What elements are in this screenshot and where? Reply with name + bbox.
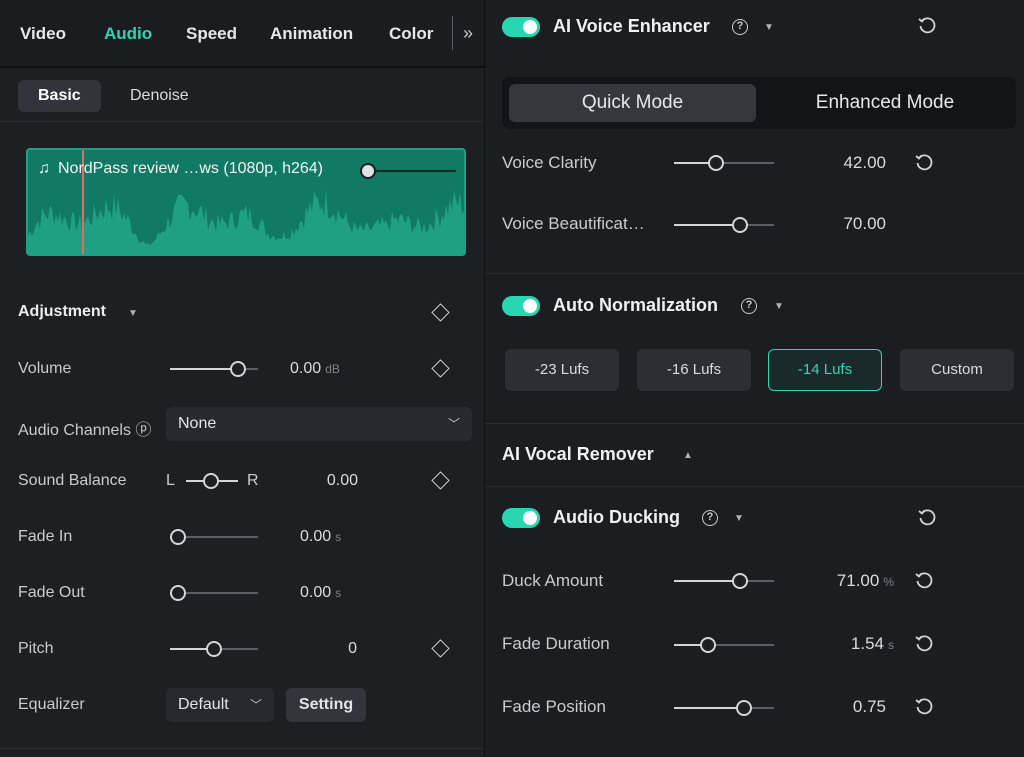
duck-amount-knob[interactable]	[732, 573, 748, 589]
normalization-caret-icon[interactable]: ▼	[774, 301, 784, 312]
fade-position-label: Fade Position	[502, 697, 606, 716]
voice-clarity-label: Voice Clarity	[502, 153, 597, 172]
mode-switcher: Quick Mode Enhanced Mode	[502, 77, 1016, 129]
fade-duration-knob[interactable]	[700, 637, 716, 653]
help-icon[interactable]: ?	[702, 510, 718, 526]
fade-position-knob[interactable]	[736, 700, 752, 716]
reset-icon[interactable]	[914, 697, 934, 717]
vocal-remover-title: AI Vocal Remover	[502, 444, 654, 464]
lufs-23-button[interactable]: -23 Lufs	[505, 349, 619, 391]
ducking-title: Audio Ducking	[553, 507, 680, 527]
duck-amount-value: 71.00%	[836, 571, 894, 590]
fade-duration-label: Fade Duration	[502, 634, 610, 653]
voice-clarity-value: 42.00	[843, 153, 886, 172]
help-icon[interactable]: ?	[732, 19, 748, 35]
voice-beautification-label: Voice Beautificat…	[502, 214, 645, 233]
divider	[485, 486, 1024, 487]
normalization-toggle[interactable]	[502, 296, 540, 316]
enhanced-mode-button[interactable]: Enhanced Mode	[760, 84, 1010, 122]
voice-beautification-value: 70.00	[843, 214, 886, 233]
reset-icon[interactable]	[917, 16, 937, 36]
lufs-16-button[interactable]: -16 Lufs	[637, 349, 751, 391]
audio-panel-right: AI Voice Enhancer ? ▼ Quick Mode Enhance…	[0, 0, 1024, 757]
duck-amount-slider[interactable]	[674, 573, 774, 589]
voice-enhancer-caret-icon[interactable]: ▼	[764, 22, 774, 33]
voice-beautification-knob[interactable]	[732, 217, 748, 233]
divider	[485, 273, 1024, 274]
fade-position-slider[interactable]	[674, 700, 774, 716]
voice-clarity-knob[interactable]	[708, 155, 724, 171]
duck-amount-label: Duck Amount	[502, 571, 604, 590]
divider	[485, 423, 1024, 424]
help-icon[interactable]: ?	[741, 298, 757, 314]
voice-enhancer-title: AI Voice Enhancer	[553, 16, 710, 36]
fade-duration-value: 1.54 s	[850, 634, 894, 653]
ducking-toggle[interactable]	[502, 508, 540, 528]
voice-clarity-slider[interactable]	[674, 155, 774, 171]
reset-icon[interactable]	[914, 153, 934, 173]
voice-enhancer-toggle[interactable]	[502, 17, 540, 37]
voice-beautification-slider[interactable]	[674, 217, 774, 233]
vocal-remover-caret-icon[interactable]: ▲	[683, 450, 693, 461]
reset-icon[interactable]	[914, 571, 934, 591]
fade-duration-slider[interactable]	[674, 637, 774, 653]
ducking-caret-icon[interactable]: ▼	[734, 513, 744, 524]
reset-icon[interactable]	[917, 508, 937, 528]
normalization-title: Auto Normalization	[553, 295, 718, 315]
quick-mode-button[interactable]: Quick Mode	[509, 84, 756, 122]
reset-icon[interactable]	[914, 634, 934, 654]
lufs-14-button[interactable]: -14 Lufs	[768, 349, 882, 391]
fade-position-value: 0.75	[852, 697, 886, 716]
lufs-custom-button[interactable]: Custom	[900, 349, 1014, 391]
